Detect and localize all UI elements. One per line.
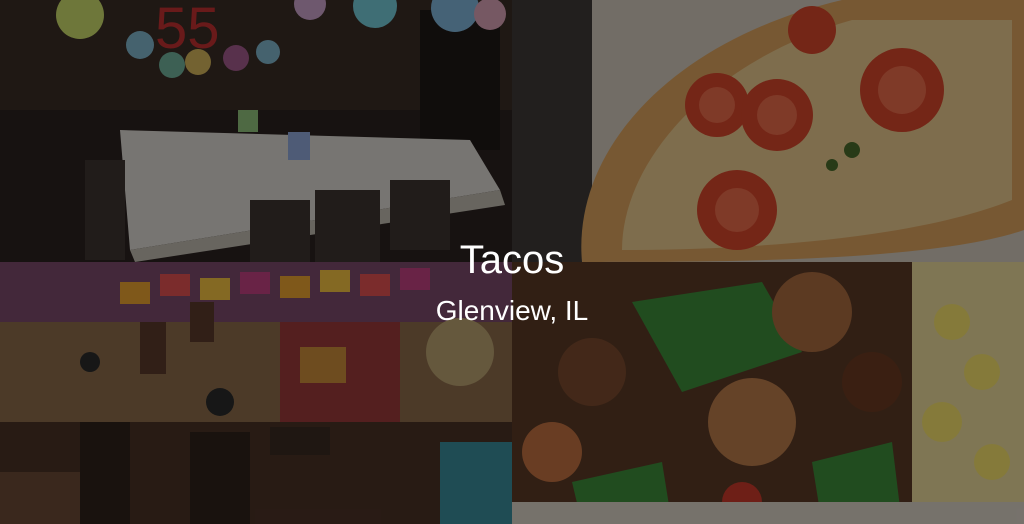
restaurant-location: Glenview, IL — [435, 295, 589, 326]
restaurant-title: Tacos — [459, 238, 565, 282]
hero-banner: 55 Tacos Glenview, IL — [0, 0, 1024, 524]
